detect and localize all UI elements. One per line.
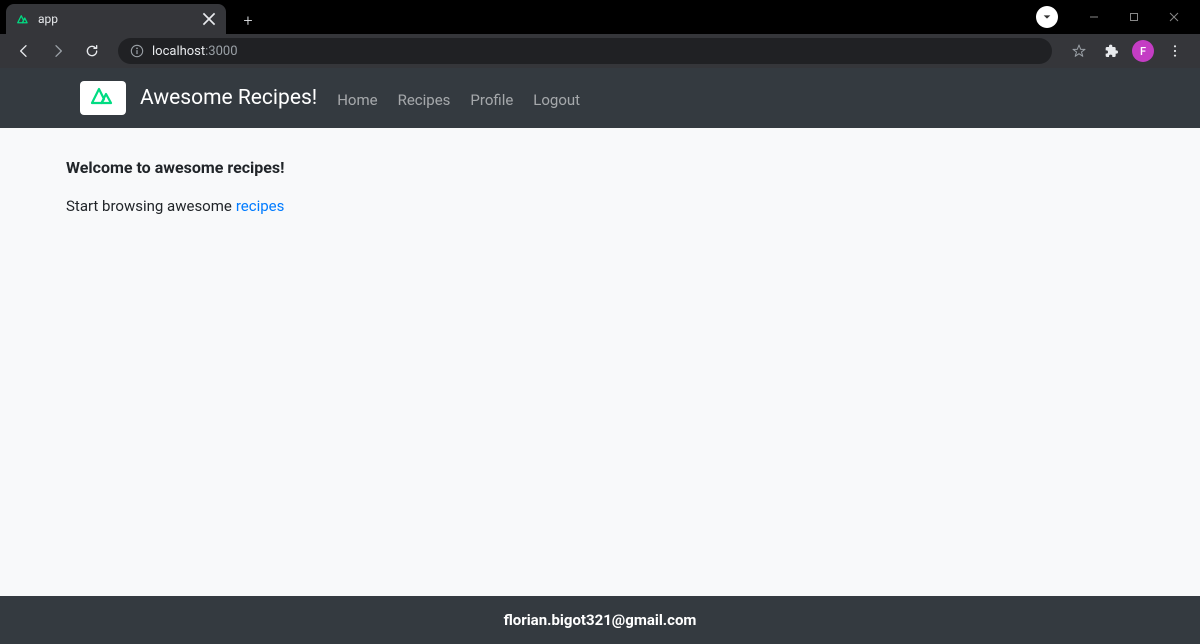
address-bar[interactable]: localhost:3000 xyxy=(118,38,1052,64)
close-icon[interactable] xyxy=(1156,3,1192,31)
site-info-icon[interactable] xyxy=(130,44,144,58)
nav-link-home[interactable]: Home xyxy=(337,91,377,109)
tab-title: app xyxy=(38,12,194,26)
forward-button[interactable] xyxy=(44,37,72,65)
nuxt-logo-icon xyxy=(89,86,117,110)
nav-link-recipes[interactable]: Recipes xyxy=(398,91,451,109)
url-port: :3000 xyxy=(205,44,237,59)
nav-link-logout[interactable]: Logout xyxy=(533,91,580,109)
bookmark-icon[interactable] xyxy=(1064,36,1094,66)
reload-button[interactable] xyxy=(78,37,106,65)
back-button[interactable] xyxy=(10,37,38,65)
profile-avatar[interactable]: F xyxy=(1132,40,1154,62)
minimize-icon[interactable] xyxy=(1076,3,1112,31)
browser-tab[interactable]: app xyxy=(6,4,226,34)
welcome-heading: Welcome to awesome recipes! xyxy=(66,158,1134,177)
extensions-icon[interactable] xyxy=(1096,36,1126,66)
browser-tab-strip: app + xyxy=(0,0,1200,34)
subtext-prefix: Start browsing awesome xyxy=(66,197,232,215)
nav-link-profile[interactable]: Profile xyxy=(470,91,513,109)
browser-toolbar: localhost:3000 F xyxy=(0,34,1200,68)
menu-icon[interactable] xyxy=(1160,36,1190,66)
recipes-link[interactable]: recipes xyxy=(236,197,285,215)
close-tab-icon[interactable] xyxy=(202,12,216,26)
nuxt-favicon-icon xyxy=(16,12,30,26)
site-footer: florian.bigot321@gmail.com xyxy=(0,596,1200,644)
nav-links: Home Recipes Profile Logout xyxy=(337,87,580,109)
welcome-subtext: Start browsing awesome recipes xyxy=(66,197,1134,215)
site-brand[interactable]: Awesome Recipes! xyxy=(140,86,317,110)
site-logo[interactable] xyxy=(80,81,126,115)
footer-email: florian.bigot321@gmail.com xyxy=(504,611,697,629)
url-host: localhost xyxy=(152,44,205,59)
main-content: Welcome to awesome recipes! Start browsi… xyxy=(0,128,1200,596)
url-text: localhost:3000 xyxy=(152,44,238,59)
maximize-icon[interactable] xyxy=(1116,3,1152,31)
site-navbar: Awesome Recipes! Home Recipes Profile Lo… xyxy=(0,68,1200,128)
page-viewport: Awesome Recipes! Home Recipes Profile Lo… xyxy=(0,68,1200,644)
window-controls xyxy=(1036,0,1200,34)
new-tab-button[interactable]: + xyxy=(234,6,262,34)
dropdown-icon[interactable] xyxy=(1036,6,1058,28)
